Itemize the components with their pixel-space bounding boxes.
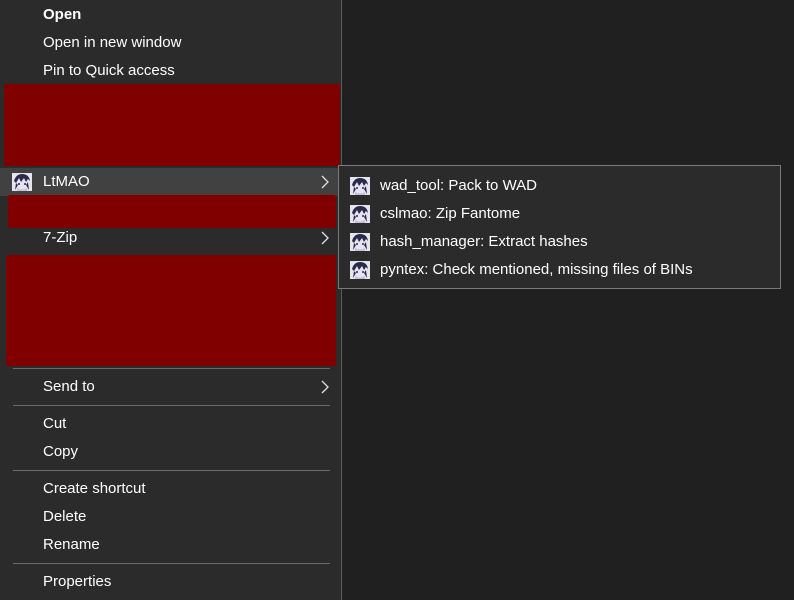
submenu-item-label: pyntex: Check mentioned, missing files o…: [380, 261, 693, 278]
menu-item-label: Copy: [43, 443, 79, 460]
desktop-background: Open Open in new window Pin to Quick acc…: [0, 0, 794, 600]
menu-item-properties[interactable]: Properties: [0, 568, 341, 596]
menu-item-pin-quick-access[interactable]: Pin to Quick access: [0, 57, 341, 85]
menu-item-label: 7-Zip: [43, 229, 78, 246]
menu-item-label: Cut: [43, 415, 67, 432]
menu-separator: [13, 470, 330, 471]
submenu-item-pyntex[interactable]: pyntex: Check mentioned, missing files o…: [339, 256, 780, 284]
chevron-right-icon: [321, 373, 329, 401]
menu-item-label: Create shortcut: [43, 480, 146, 497]
menu-item-ltmao[interactable]: LtMAO: [0, 168, 341, 196]
menu-item-label: Open: [43, 6, 82, 23]
menu-item-label: Pin to Quick access: [43, 62, 175, 79]
submenu-item-cslmao[interactable]: cslmao: Zip Fantome: [339, 200, 780, 228]
redacted-block: [6, 255, 336, 366]
ltmao-app-icon: [350, 205, 370, 223]
menu-item-open-new-window[interactable]: Open in new window: [0, 29, 341, 57]
menu-item-delete[interactable]: Delete: [0, 503, 341, 531]
ltmao-submenu: wad_tool: Pack to WAD cslmao: Zip Fantom…: [338, 165, 781, 289]
menu-item-label: Rename: [43, 536, 100, 553]
submenu-item-wad-tool[interactable]: wad_tool: Pack to WAD: [339, 172, 780, 200]
menu-item-send-to[interactable]: Send to: [0, 373, 341, 401]
submenu-item-label: hash_manager: Extract hashes: [380, 233, 588, 250]
menu-item-label: Open in new window: [43, 34, 182, 51]
menu-item-rename[interactable]: Rename: [0, 531, 341, 559]
chevron-right-icon: [321, 168, 329, 196]
menu-item-label: Delete: [43, 508, 87, 525]
ltmao-app-icon: [12, 173, 32, 191]
menu-item-label: LtMAO: [43, 173, 90, 190]
menu-separator: [13, 368, 330, 369]
menu-item-label: Properties: [43, 573, 112, 590]
menu-item-label: Send to: [43, 378, 95, 395]
chevron-right-icon: [321, 224, 329, 252]
menu-separator: [13, 405, 330, 406]
ltmao-app-icon: [350, 233, 370, 251]
menu-item-copy[interactable]: Copy: [0, 438, 341, 466]
ltmao-app-icon: [350, 261, 370, 279]
redacted-block: [4, 84, 340, 166]
submenu-item-label: cslmao: Zip Fantome: [380, 205, 521, 222]
menu-item-open[interactable]: Open: [0, 1, 341, 29]
ltmao-app-icon: [350, 177, 370, 195]
submenu-item-label: wad_tool: Pack to WAD: [380, 177, 538, 194]
submenu-item-hash-manager[interactable]: hash_manager: Extract hashes: [339, 228, 780, 256]
menu-item-create-shortcut[interactable]: Create shortcut: [0, 475, 341, 503]
menu-item-cut[interactable]: Cut: [0, 410, 341, 438]
context-menu: Open Open in new window Pin to Quick acc…: [0, 0, 342, 600]
menu-separator: [13, 563, 330, 564]
menu-item-7zip[interactable]: 7-Zip: [0, 224, 341, 252]
